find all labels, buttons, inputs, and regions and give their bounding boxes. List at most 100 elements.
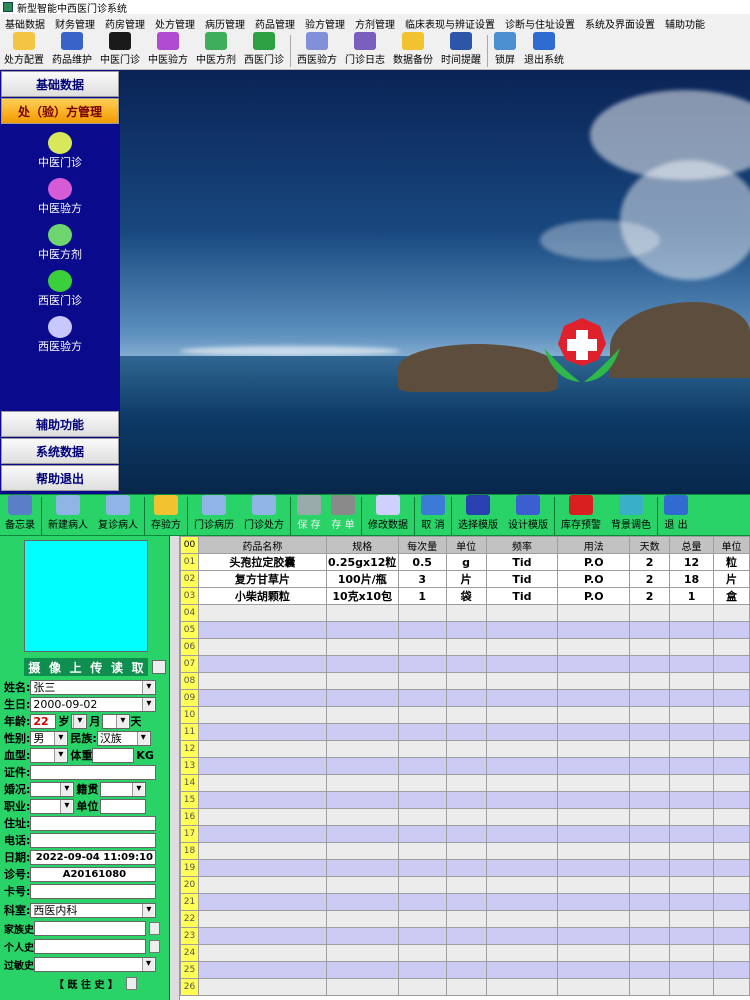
grid-cell[interactable] bbox=[325, 893, 399, 911]
grid-column-header[interactable]: 单位 bbox=[712, 536, 750, 554]
grid-cell[interactable] bbox=[485, 944, 559, 962]
grid-cell[interactable] bbox=[485, 774, 559, 792]
grid-cell[interactable]: 复方甘草片 bbox=[197, 570, 327, 588]
sidebar-item-3[interactable]: 中医方剂 bbox=[0, 224, 120, 262]
record-button-7[interactable]: 保 存 bbox=[292, 495, 326, 535]
grid-cell[interactable] bbox=[557, 910, 631, 928]
grid-cell[interactable] bbox=[557, 893, 631, 911]
grid-cell[interactable] bbox=[629, 757, 671, 775]
grid-cell[interactable] bbox=[629, 859, 671, 877]
menu-item-1[interactable]: 基础数据 bbox=[0, 16, 50, 31]
grid-cell[interactable] bbox=[485, 791, 559, 809]
record-button-13[interactable]: 库存预警 bbox=[556, 495, 606, 535]
grid-cell[interactable] bbox=[485, 740, 559, 758]
grid-cell[interactable] bbox=[485, 961, 559, 979]
grid-cell[interactable] bbox=[557, 961, 631, 979]
grid-cell[interactable]: g bbox=[445, 553, 487, 571]
grid-cell[interactable] bbox=[485, 672, 559, 690]
blood-select[interactable] bbox=[30, 747, 69, 763]
grid-cell[interactable] bbox=[712, 638, 750, 656]
dept-select[interactable]: 西医内科 bbox=[30, 902, 157, 918]
toolbar-button-11[interactable]: 锁屏 bbox=[490, 32, 520, 69]
grid-cell[interactable] bbox=[669, 689, 714, 707]
grid-cell[interactable]: 2 bbox=[629, 553, 671, 571]
grid-cell[interactable] bbox=[325, 740, 399, 758]
record-button-2[interactable]: 新建病人 bbox=[43, 495, 93, 535]
grid-cell[interactable]: 100片/瓶 bbox=[325, 570, 399, 588]
menu-item-2[interactable]: 财务管理 bbox=[50, 16, 100, 31]
date-field[interactable]: 2022-09-04 11:09:10 bbox=[30, 849, 157, 865]
grid-cell[interactable] bbox=[712, 927, 750, 945]
grid-cell[interactable] bbox=[397, 961, 447, 979]
record-button-9[interactable]: 修改数据 bbox=[363, 495, 413, 535]
grid-cell[interactable] bbox=[197, 655, 327, 673]
grid-cell[interactable] bbox=[629, 604, 671, 622]
grid-cell[interactable] bbox=[197, 621, 327, 639]
toolbar-button-1[interactable]: 处方配置 bbox=[0, 32, 48, 69]
grid-cell[interactable] bbox=[629, 774, 671, 792]
grid-cell[interactable]: 0.5 bbox=[397, 553, 447, 571]
grid-cell[interactable]: 1 bbox=[397, 587, 447, 605]
grid-cell[interactable] bbox=[712, 876, 750, 894]
grid-cell[interactable] bbox=[712, 672, 750, 690]
grid-cell[interactable] bbox=[197, 978, 327, 996]
grid-cell[interactable] bbox=[669, 757, 714, 775]
grid-column-header[interactable]: 频率 bbox=[485, 536, 559, 554]
grid-cell[interactable] bbox=[557, 723, 631, 741]
grid-cell[interactable]: Tid bbox=[485, 587, 559, 605]
patient-photo[interactable] bbox=[24, 540, 148, 652]
grid-cell[interactable] bbox=[445, 876, 487, 894]
grid-cell[interactable] bbox=[712, 706, 750, 724]
grid-cell[interactable] bbox=[485, 604, 559, 622]
grid-cell[interactable] bbox=[712, 621, 750, 639]
grid-cell[interactable]: P.O bbox=[557, 587, 631, 605]
grid-column-header[interactable]: 单位 bbox=[445, 536, 487, 554]
grid-cell[interactable] bbox=[197, 723, 327, 741]
past-history-edit-icon[interactable] bbox=[125, 976, 137, 990]
grid-cell[interactable] bbox=[629, 638, 671, 656]
grid-cell[interactable]: 12 bbox=[669, 553, 714, 571]
grid-cell[interactable] bbox=[197, 774, 327, 792]
grid-cell[interactable] bbox=[197, 842, 327, 860]
sidebar-item-1[interactable]: 中医门诊 bbox=[0, 132, 120, 170]
menu-item-11[interactable]: 系统及界面设置 bbox=[580, 16, 660, 31]
grid-cell[interactable]: Tid bbox=[485, 570, 559, 588]
grid-cell[interactable]: 片 bbox=[712, 570, 750, 588]
grid-cell[interactable] bbox=[669, 825, 714, 843]
grid-cell[interactable] bbox=[669, 638, 714, 656]
grid-cell[interactable] bbox=[485, 706, 559, 724]
family-history-field[interactable] bbox=[34, 920, 146, 936]
grid-cell[interactable] bbox=[445, 723, 487, 741]
grid-cell[interactable] bbox=[325, 808, 399, 826]
grid-cell[interactable] bbox=[557, 706, 631, 724]
grid-cell[interactable] bbox=[669, 740, 714, 758]
record-button-8[interactable]: 存 单 bbox=[326, 495, 360, 535]
record-button-1[interactable]: 备忘录 bbox=[0, 495, 40, 535]
menu-item-10[interactable]: 诊断与住址设置 bbox=[500, 16, 580, 31]
grid-cell[interactable] bbox=[557, 978, 631, 996]
grid-cell[interactable] bbox=[445, 706, 487, 724]
menu-item-8[interactable]: 方剂管理 bbox=[350, 16, 400, 31]
grid-cell[interactable] bbox=[397, 604, 447, 622]
weight-field[interactable] bbox=[92, 747, 135, 763]
grid-column-header[interactable]: 用法 bbox=[557, 536, 631, 554]
name-field[interactable]: 张三 bbox=[30, 679, 157, 695]
toolbar-button-2[interactable]: 药品维护 bbox=[48, 32, 96, 69]
grid-cell[interactable] bbox=[485, 655, 559, 673]
grid-cell[interactable] bbox=[485, 876, 559, 894]
grid-cell[interactable] bbox=[485, 893, 559, 911]
grid-cell[interactable] bbox=[397, 706, 447, 724]
grid-cell[interactable] bbox=[197, 944, 327, 962]
grid-cell[interactable] bbox=[485, 978, 559, 996]
grid-cell[interactable] bbox=[445, 825, 487, 843]
grid-cell[interactable] bbox=[629, 876, 671, 894]
unit-field[interactable] bbox=[100, 798, 147, 814]
grid-cell[interactable]: 1 bbox=[669, 587, 714, 605]
grid-cell[interactable] bbox=[712, 893, 750, 911]
grid-cell[interactable] bbox=[557, 876, 631, 894]
personal-history-edit-icon[interactable] bbox=[149, 939, 160, 953]
grid-cell[interactable] bbox=[397, 621, 447, 639]
grid-cell[interactable] bbox=[557, 621, 631, 639]
gender-select[interactable]: 男 bbox=[30, 730, 69, 746]
grid-cell[interactable]: 3 bbox=[397, 570, 447, 588]
